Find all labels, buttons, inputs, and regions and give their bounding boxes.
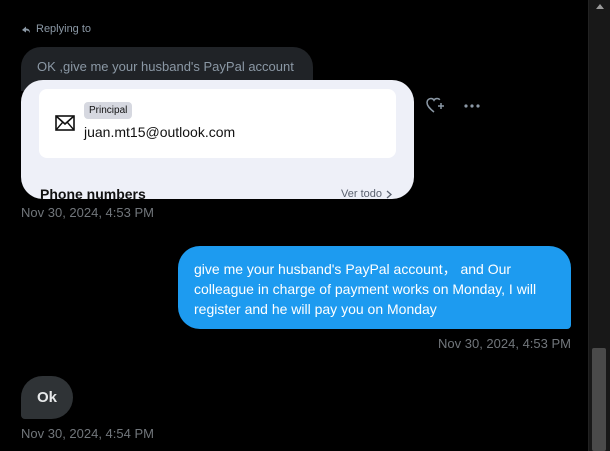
chevron-right-icon [386, 190, 392, 198]
see-all-link[interactable]: Ver todo [341, 188, 392, 199]
see-all-label: Ver todo [341, 188, 382, 199]
mail-icon [55, 115, 75, 131]
message-timestamp: Nov 30, 2024, 4:53 PM [438, 336, 571, 351]
email-address[interactable]: juan.mt15@outlook.com [84, 124, 235, 140]
principal-badge: Principal [84, 102, 133, 119]
email-entry[interactable]: Principal juan.mt15@outlook.com [39, 89, 396, 158]
sent-message-bubble[interactable]: give me your husband's PayPal account， a… [178, 246, 571, 329]
heart-plus-icon [426, 97, 444, 113]
scroll-up-arrow-icon[interactable] [596, 4, 604, 9]
scrollbar[interactable] [588, 0, 610, 451]
message-timestamp: Nov 30, 2024, 4:53 PM [21, 205, 154, 220]
scrollbar-thumb[interactable] [592, 348, 606, 451]
received-message-bubble[interactable]: Ok [21, 376, 73, 419]
contact-card[interactable]: Principal juan.mt15@outlook.com Phone nu… [21, 80, 414, 199]
add-reaction-button[interactable] [426, 97, 446, 115]
reply-arrow-icon [22, 26, 30, 33]
replying-to-label: Replying to [21, 23, 91, 35]
more-horizontal-icon [464, 104, 480, 108]
more-options-button[interactable] [462, 98, 482, 114]
replying-to-text: Replying to [36, 23, 92, 35]
phone-numbers-heading: Phone numbers [40, 186, 146, 199]
message-timestamp: Nov 30, 2024, 4:54 PM [21, 426, 154, 441]
